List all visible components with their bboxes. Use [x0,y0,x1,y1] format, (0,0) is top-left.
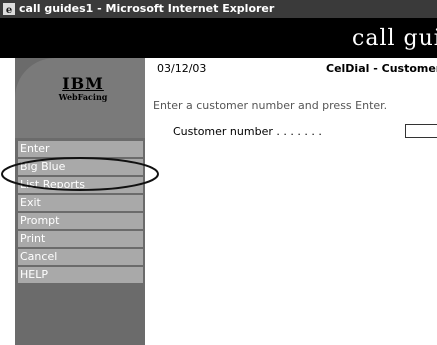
menu-item-help[interactable]: HELP [18,267,143,283]
svg-text:e: e [6,5,12,15]
screen-date: 03/12/03 [157,62,207,75]
highlight-oval [1,157,159,191]
menu-item-exit[interactable]: Exit [18,195,143,211]
customer-number-input[interactable] [405,124,437,138]
instruction-text: Enter a customer number and press Enter. [153,99,388,112]
window-title: call guides1 - Microsoft Internet Explor… [19,2,275,15]
internet-explorer-icon: e [3,3,15,15]
sidebar-header: IBM WebFacing [15,58,145,138]
menu-item-print[interactable]: Print [18,231,143,247]
logo-product: WebFacing [58,92,108,102]
screen-system-title: CelDial - Customer [326,62,437,75]
menu-item-prompt[interactable]: Prompt [18,213,143,229]
app-title: call guides [352,26,437,51]
sidebar: IBM WebFacing Enter Big Blue List Report… [15,58,145,345]
window-title-bar[interactable]: e call guides1 - Microsoft Internet Expl… [0,0,437,18]
menu-item-cancel[interactable]: Cancel [18,249,143,265]
customer-number-label: Customer number . . . . . . . [173,125,322,138]
ibm-webfacing-logo: IBM WebFacing [53,74,113,103]
app-banner: call guides [0,18,437,58]
logo-brand: IBM [62,74,104,93]
